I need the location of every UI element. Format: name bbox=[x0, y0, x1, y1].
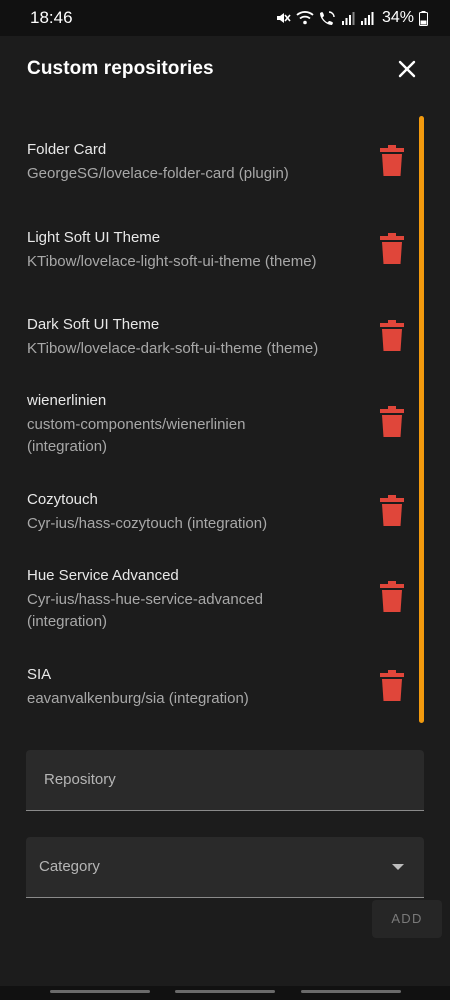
battery-icon bbox=[419, 10, 428, 26]
scrollbar[interactable] bbox=[419, 116, 424, 723]
dialog-title: Custom repositories bbox=[27, 58, 214, 79]
delete-button[interactable] bbox=[380, 320, 404, 351]
delete-button[interactable] bbox=[380, 670, 404, 701]
status-bar: 18:46 34% bbox=[0, 0, 450, 36]
trash-icon bbox=[380, 581, 404, 612]
add-button[interactable]: ADD bbox=[372, 900, 442, 938]
repository-input[interactable]: Repository bbox=[26, 750, 424, 811]
signal-icon bbox=[341, 11, 355, 25]
repository-path: custom-components/wienerlinien (integrat… bbox=[27, 416, 246, 455]
delete-button[interactable] bbox=[380, 406, 404, 437]
nav-recents-button[interactable] bbox=[50, 990, 150, 993]
repository-name: SIA bbox=[27, 666, 52, 683]
repository-path: Cyr-ius/hass-hue-service-advanced (integ… bbox=[27, 591, 263, 630]
trash-icon bbox=[380, 145, 404, 176]
repository-path: Cyr-ius/hass-cozytouch (integration) bbox=[27, 515, 268, 532]
repository-input-label: Repository bbox=[44, 771, 116, 788]
trash-icon bbox=[380, 670, 404, 701]
category-select-label: Category bbox=[39, 858, 100, 875]
navigation-bar bbox=[0, 986, 450, 1000]
chevron-down-icon bbox=[392, 864, 404, 870]
mute-icon bbox=[276, 13, 291, 23]
trash-icon bbox=[380, 406, 404, 437]
nav-home-button[interactable] bbox=[175, 990, 275, 993]
repository-name: Folder Card bbox=[27, 141, 107, 158]
wifi-calling-icon bbox=[319, 11, 335, 25]
trash-icon bbox=[380, 495, 404, 526]
signal-icon bbox=[360, 11, 374, 25]
battery-percentage: 34% bbox=[381, 9, 414, 26]
delete-button[interactable] bbox=[380, 233, 404, 264]
add-button-label: ADD bbox=[391, 911, 423, 926]
repository-list: Folder Card GeorgeSG/lovelace-folder-car… bbox=[0, 116, 450, 728]
repository-name: Dark Soft UI Theme bbox=[27, 316, 160, 333]
delete-button[interactable] bbox=[380, 145, 404, 176]
close-icon bbox=[398, 60, 416, 78]
delete-button[interactable] bbox=[380, 581, 404, 612]
repository-path: KTibow/lovelace-light-soft-ui-theme (the… bbox=[27, 253, 317, 270]
trash-icon bbox=[380, 233, 404, 264]
wifi-icon bbox=[296, 11, 314, 25]
close-button[interactable] bbox=[394, 56, 420, 82]
status-icons: 34% bbox=[275, 9, 428, 27]
repository-name: Cozytouch bbox=[27, 491, 98, 508]
repository-name: Hue Service Advanced bbox=[27, 567, 179, 584]
category-select[interactable]: Category bbox=[26, 837, 424, 898]
repository-path: GeorgeSG/lovelace-folder-card (plugin) bbox=[27, 165, 289, 182]
trash-icon bbox=[380, 320, 404, 351]
nav-back-button[interactable] bbox=[301, 990, 401, 993]
repository-path: KTibow/lovelace-dark-soft-ui-theme (them… bbox=[27, 340, 319, 357]
custom-repositories-dialog: Custom repositories Folder Card GeorgeSG… bbox=[0, 36, 450, 986]
status-time: 18:46 bbox=[30, 8, 73, 27]
repository-path: eavanvalkenburg/sia (integration) bbox=[27, 690, 249, 707]
delete-button[interactable] bbox=[380, 495, 404, 526]
repository-name: wienerlinien bbox=[27, 392, 107, 409]
repository-name: Light Soft UI Theme bbox=[27, 229, 161, 246]
